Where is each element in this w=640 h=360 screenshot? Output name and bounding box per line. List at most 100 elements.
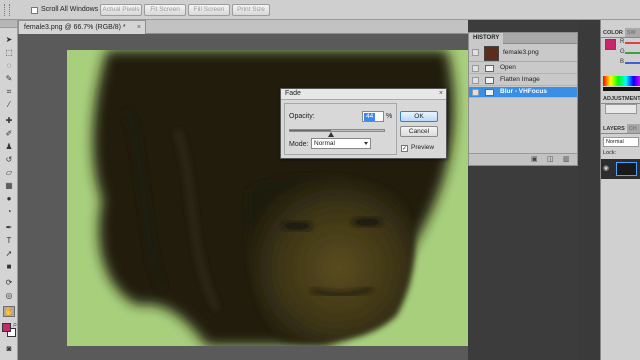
quick-selection-tool-icon[interactable]: ✎	[3, 73, 15, 84]
document-tab-title: female3.png @ 66.7% (RGB/8) *	[24, 24, 126, 31]
shape-tool-icon[interactable]: ■	[3, 261, 15, 272]
history-state[interactable]: Open	[469, 63, 577, 74]
options-bar: Scroll All Windows Actual Pixels Fit Scr…	[0, 0, 640, 20]
document-icon	[485, 77, 494, 84]
document-tab-bar	[146, 20, 468, 34]
history-state-selected[interactable]: Blur - VHFocus	[469, 87, 577, 98]
opacity-slider-thumb[interactable]	[328, 132, 335, 137]
history-snapshot[interactable]: female3.png	[469, 45, 577, 62]
opacity-input[interactable]: 44	[362, 111, 384, 122]
layer-row[interactable]: ◉	[601, 159, 640, 179]
eraser-tool-icon[interactable]: ▱	[3, 167, 15, 178]
history-brush-source-icon[interactable]	[472, 89, 479, 96]
blur-tool-icon[interactable]: ●	[3, 193, 15, 204]
new-document-from-state-icon[interactable]: ▣	[531, 156, 538, 163]
tools-panel: ➤ ⬚ ◌ ✎ ⌗ ⁄ ✚ ✐ ♟ ↺ ▱ ▦ ● ◔ ✒ T ➚ ■ ⟳ ◎ …	[0, 20, 18, 360]
layer-blend-mode-select[interactable]: Normal	[603, 137, 639, 147]
color-channel-label: G	[620, 49, 625, 55]
fill-screen-button[interactable]: Fill Screen	[188, 4, 230, 16]
right-panel-dock: COLORSW R G B ADJUSTMENTS LAYERSCH Norma…	[600, 20, 640, 360]
document-icon	[485, 89, 494, 96]
document-tab[interactable]: female3.png @ 66.7% (RGB/8) * ×	[18, 20, 146, 34]
dialog-title: Fade	[285, 90, 301, 97]
close-icon[interactable]: ×	[439, 90, 443, 97]
new-snapshot-icon[interactable]: ◫	[547, 156, 554, 163]
path-selection-tool-icon[interactable]: ➚	[3, 248, 15, 259]
eyedropper-tool-icon[interactable]: ⁄	[3, 99, 15, 110]
opacity-value: 44	[364, 113, 376, 121]
marquee-tool-icon[interactable]: ⬚	[3, 47, 15, 58]
snapshot-thumbnail	[484, 46, 499, 61]
green-slider[interactable]	[625, 52, 640, 54]
scroll-all-windows-checkbox[interactable]	[31, 7, 38, 14]
fade-dialog-titlebar[interactable]: Fade ×	[281, 89, 446, 100]
document-icon	[485, 65, 494, 72]
snapshot-name: female3.png	[503, 49, 539, 56]
color-spectrum[interactable]	[603, 76, 640, 86]
history-state-label: Blur - VHFocus	[500, 88, 547, 95]
eye-icon[interactable]: ◉	[603, 164, 609, 172]
clone-stamp-tool-icon[interactable]: ♟	[3, 141, 15, 152]
tab-layers[interactable]: LAYERS	[601, 124, 627, 133]
document-area	[18, 34, 468, 360]
layer-thumbnail	[616, 162, 637, 176]
mode-select[interactable]: Normal	[311, 138, 371, 149]
tab-color[interactable]: COLOR	[601, 28, 625, 37]
dodge-tool-icon[interactable]: ◔	[3, 206, 15, 217]
preview-checkbox[interactable]: ✓	[401, 145, 408, 152]
opacity-slider[interactable]	[289, 129, 385, 137]
history-footer: ▣ ◫ ▥	[469, 153, 577, 165]
tools-panel-header[interactable]	[0, 20, 17, 28]
history-source-toggle[interactable]	[472, 49, 479, 56]
3d-orbit-tool-icon[interactable]: ◎	[3, 290, 15, 301]
crop-tool-icon[interactable]: ⌗	[3, 86, 15, 97]
blue-slider[interactable]	[625, 62, 640, 64]
3d-rotate-tool-icon[interactable]: ⟳	[3, 277, 15, 288]
panel-dock-divider	[578, 20, 600, 360]
fit-screen-button[interactable]: Fit Screen	[144, 4, 186, 16]
tab-swatches[interactable]: SW	[625, 28, 638, 37]
type-tool-icon[interactable]: T	[3, 235, 15, 246]
gradient-tool-icon[interactable]: ▦	[3, 180, 15, 191]
history-tabbar: HISTORY	[469, 33, 577, 44]
cancel-button[interactable]: Cancel	[400, 126, 438, 137]
layers-panel-tabbar: LAYERS CH	[601, 124, 640, 134]
tab-adjustments[interactable]: ADJUSTMENTS	[601, 94, 640, 103]
color-panel-foreground-swatch[interactable]	[605, 39, 616, 50]
actual-pixels-button[interactable]: Actual Pixels	[100, 4, 142, 16]
history-state-label: Flatten Image	[500, 76, 540, 83]
quick-mask-icon[interactable]: ◙	[3, 343, 15, 354]
color-spectrum-ramp[interactable]	[603, 87, 640, 91]
options-bar-grip[interactable]	[4, 4, 10, 16]
opacity-slider-fill	[290, 130, 332, 131]
healing-brush-tool-icon[interactable]: ✚	[3, 115, 15, 126]
tab-history[interactable]: HISTORY	[469, 33, 504, 44]
fade-dialog: Fade × Opacity: 44 % Mode: Normal OK Can…	[280, 88, 447, 159]
history-state[interactable]: Flatten Image	[469, 75, 577, 86]
preview-label: Preview	[411, 144, 435, 151]
adjustments-preview	[605, 104, 637, 114]
hand-tool-icon[interactable]: ✋	[3, 306, 15, 317]
layer-lock-label: Lock:	[603, 150, 617, 156]
color-channel-label: R	[620, 39, 625, 45]
history-panel: HISTORY female3.png Open Flatten Image B…	[468, 32, 578, 166]
scroll-all-windows-label: Scroll All Windows	[41, 6, 99, 13]
foreground-color-swatch[interactable]	[2, 323, 11, 332]
pen-tool-icon[interactable]: ✒	[3, 222, 15, 233]
history-state-label: Open	[500, 64, 516, 71]
ok-button[interactable]: OK	[400, 111, 438, 122]
delete-icon[interactable]: ▥	[563, 156, 570, 163]
opacity-unit: %	[386, 113, 393, 120]
opacity-label: Opacity:	[289, 113, 315, 120]
history-brush-tool-icon[interactable]: ↺	[3, 154, 15, 165]
history-source-toggle[interactable]	[472, 65, 479, 72]
close-icon[interactable]: ×	[137, 21, 141, 34]
brush-tool-icon[interactable]: ✐	[3, 128, 15, 139]
tab-channels[interactable]: CH	[627, 124, 639, 133]
print-size-button[interactable]: Print Size	[232, 4, 270, 16]
mode-label: Mode:	[289, 141, 309, 148]
move-tool-icon[interactable]: ➤	[3, 34, 15, 45]
history-source-toggle[interactable]	[472, 77, 479, 84]
red-slider[interactable]	[625, 42, 640, 44]
lasso-tool-icon[interactable]: ◌	[3, 60, 15, 71]
